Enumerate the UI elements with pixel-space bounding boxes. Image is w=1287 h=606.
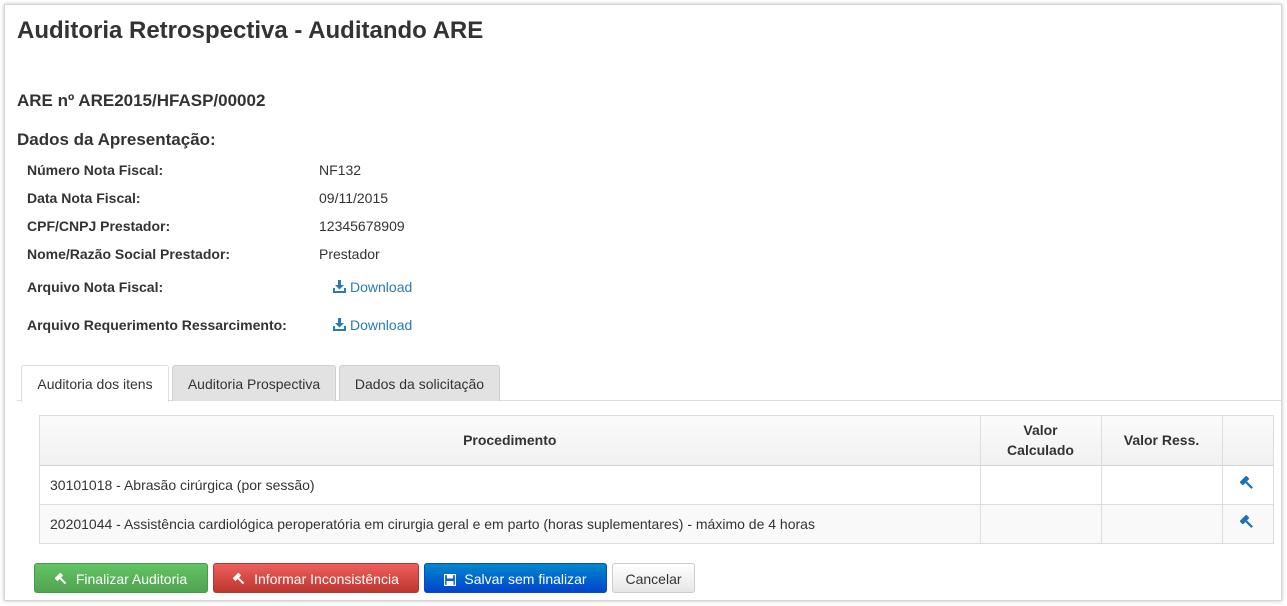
cell-valor-ress [1101, 464, 1223, 504]
detail-value: 09/11/2015 [319, 190, 389, 206]
cell-valor-calculado [980, 503, 1102, 543]
cell-valor-ress [1101, 503, 1223, 543]
table-row: 30101018 - Abrasão cirúrgica (por sessão… [40, 464, 1273, 504]
cell-procedimento: 20201044 - Assistência cardiológica pero… [40, 503, 981, 543]
file-label: Arquivo Requerimento Ressarcimento: [27, 317, 287, 333]
detail-value: NF132 [319, 162, 362, 178]
procedures-table: Procedimento Valor Calculado Valor Ress.… [39, 415, 1274, 544]
report-inconsistency-button[interactable]: Informar Inconsistência [213, 563, 419, 593]
section-title: Dados da Apresentação: [17, 130, 216, 149]
table-row: 20201044 - Assistência cardiológica pero… [40, 503, 1273, 543]
table-header-row: Procedimento Valor Calculado Valor Ress. [40, 416, 1273, 466]
gavel-icon[interactable] [1240, 475, 1255, 494]
download-requerimento-link[interactable]: Download [333, 317, 412, 333]
page-title: Auditoria Retrospectiva - Auditando ARE [17, 17, 484, 44]
column-header-actions [1222, 416, 1273, 466]
cancel-button[interactable]: Cancelar [612, 563, 695, 593]
save-icon [444, 573, 457, 587]
column-header-valor-ress: Valor Ress. [1101, 416, 1223, 466]
tab-auditoria-prospectiva[interactable]: Auditoria Prospectiva [172, 365, 336, 401]
column-header-procedimento: Procedimento [40, 416, 981, 466]
download-label: Download [350, 317, 413, 333]
detail-label: Número Nota Fiscal: [27, 162, 164, 178]
tab-dados-solicitacao[interactable]: Dados da solicitação [339, 365, 500, 401]
report-inconsistency-label: Informar Inconsistência [254, 571, 399, 587]
detail-label: Data Nota Fiscal: [27, 190, 141, 206]
download-nota-fiscal-link[interactable]: Download [333, 279, 412, 295]
download-icon [333, 318, 346, 331]
save-without-finalizing-button[interactable]: Salvar sem finalizar [424, 563, 607, 593]
cell-actions [1222, 503, 1273, 543]
are-number: ARE nº ARE2015/HFASP/00002 [17, 91, 266, 110]
gavel-icon [233, 572, 245, 585]
tab-bar: Auditoria dos itens Auditoria Prospectiv… [17, 365, 1281, 402]
detail-value: 12345678909 [319, 218, 405, 234]
save-without-finalizing-label: Salvar sem finalizar [464, 571, 587, 587]
finalize-audit-label: Finalizar Auditoria [75, 571, 188, 587]
detail-value: Prestador [319, 246, 380, 262]
column-header-valor-calculado: Valor Calculado [980, 416, 1102, 466]
tab-auditoria-itens[interactable]: Auditoria dos itens [21, 365, 169, 402]
download-icon [333, 280, 346, 293]
detail-label: CPF/CNPJ Prestador: [27, 218, 171, 234]
file-label: Arquivo Nota Fiscal: [27, 279, 164, 295]
cell-valor-calculado [980, 464, 1102, 504]
download-label: Download [350, 279, 413, 295]
cell-actions [1222, 464, 1273, 504]
cell-procedimento: 30101018 - Abrasão cirúrgica (por sessão… [40, 464, 981, 504]
main-panel: Auditoria Retrospectiva - Auditando ARE … [4, 4, 1282, 601]
finalize-audit-button[interactable]: Finalizar Auditoria [34, 563, 208, 593]
gavel-icon [54, 572, 67, 585]
detail-label: Nome/Razão Social Prestador: [27, 246, 231, 262]
gavel-icon[interactable] [1240, 514, 1255, 533]
